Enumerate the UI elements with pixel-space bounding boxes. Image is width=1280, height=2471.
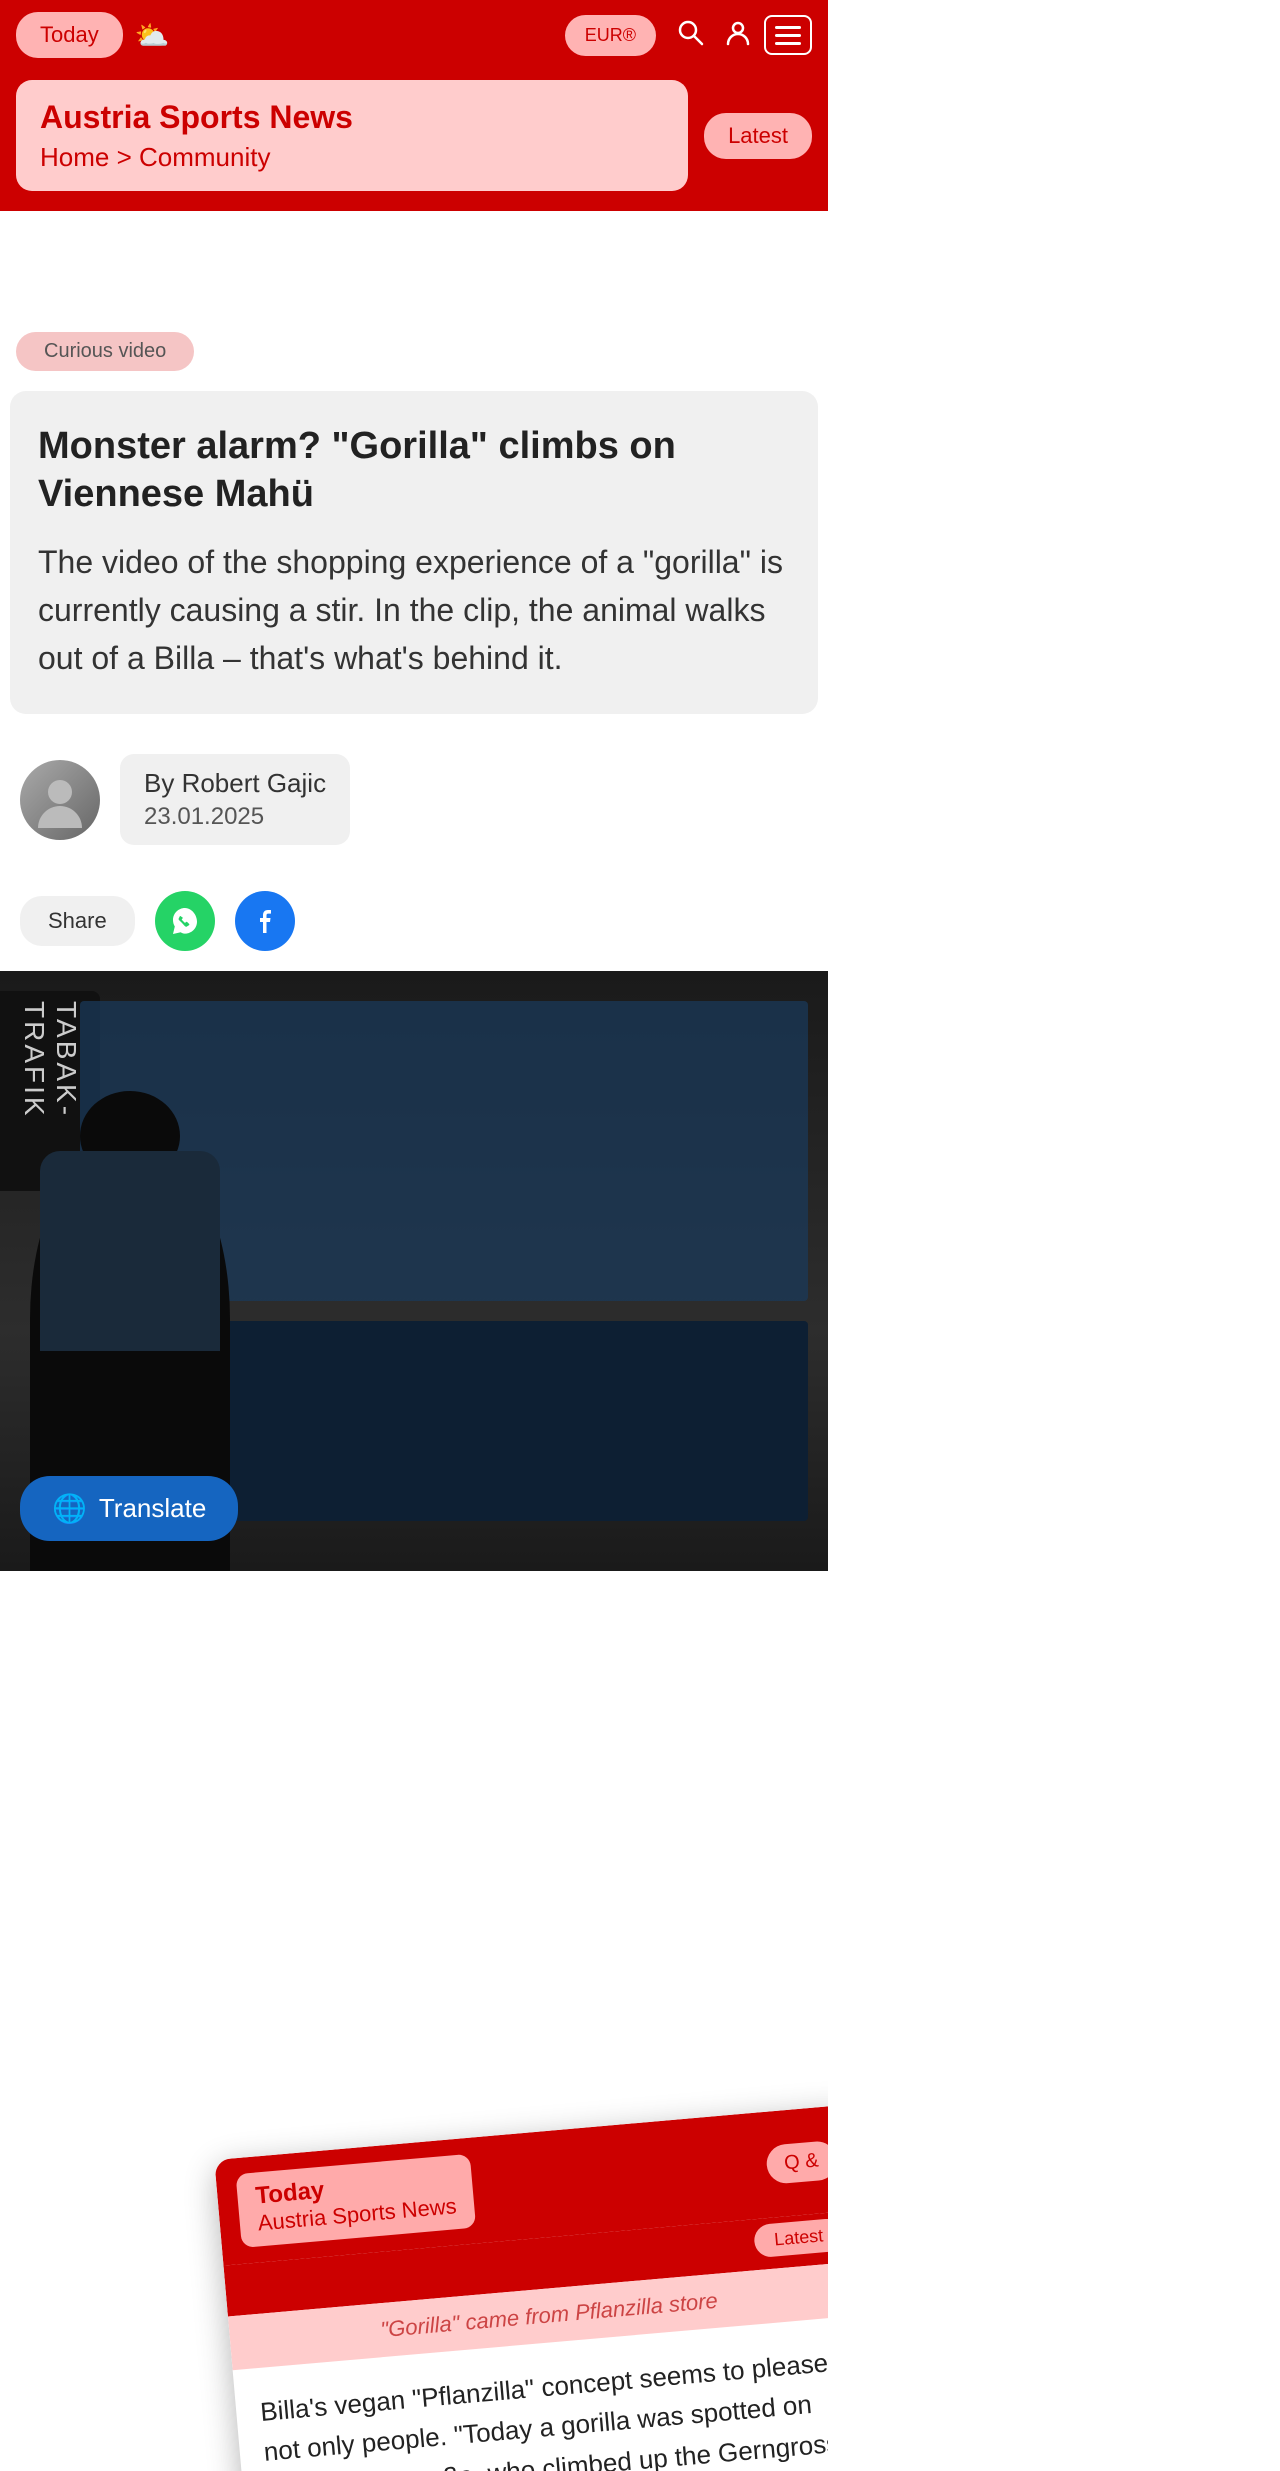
- whatsapp-button[interactable]: [155, 891, 215, 951]
- overlay-latest-button[interactable]: Latest: [753, 2218, 828, 2259]
- avatar: [20, 760, 100, 840]
- author-name: By Robert Gajic: [144, 768, 326, 799]
- tag-badge[interactable]: Curious video: [16, 332, 194, 371]
- author-info: By Robert Gajic 23.01.2025: [120, 754, 350, 845]
- user-icon[interactable]: [724, 18, 752, 53]
- breadcrumb: Home > Community: [40, 142, 664, 173]
- overlay-section: Today Austria Sports News Q & Latest "Go…: [0, 1571, 828, 2471]
- search-icon[interactable]: [676, 18, 704, 53]
- article-card: Monster alarm? "Gorilla" climbs on Vienn…: [10, 391, 818, 714]
- top-gap: Curious video: [0, 211, 828, 391]
- app-header: Today ⛅ EUR®: [0, 0, 828, 70]
- latest-button[interactable]: Latest: [704, 113, 812, 159]
- weather-icon: ⛅: [135, 19, 170, 52]
- eur-button[interactable]: EUR®: [565, 15, 656, 56]
- article-image: TABAK-TRAFIK 🌐 Translate: [0, 971, 828, 1571]
- breadcrumb-area: Austria Sports News Home > Community Lat…: [0, 70, 828, 211]
- site-title: Austria Sports News: [40, 98, 664, 136]
- translate-button-image[interactable]: 🌐 Translate: [20, 1476, 238, 1541]
- translate-label: Translate: [99, 1493, 206, 1524]
- share-row: Share: [0, 881, 828, 971]
- facebook-button[interactable]: [235, 891, 295, 951]
- article-summary: The video of the shopping experience of …: [38, 538, 790, 682]
- author-row: By Robert Gajic 23.01.2025: [0, 738, 828, 861]
- author-date: 23.01.2025: [144, 803, 326, 831]
- menu-button[interactable]: [764, 15, 812, 55]
- overlay-body-text: Billa's vegan "Pflanzilla" concept seems…: [259, 2341, 828, 2471]
- article-title: Monster alarm? "Gorilla" climbs on Vienn…: [38, 423, 790, 518]
- overlay-header-left: Today Austria Sports News: [236, 2154, 477, 2248]
- overlay-qa-button[interactable]: Q &: [765, 2140, 828, 2185]
- overlay-card: Today Austria Sports News Q & Latest "Go…: [214, 2105, 828, 2471]
- today-button[interactable]: Today: [16, 12, 123, 58]
- share-button[interactable]: Share: [20, 896, 135, 946]
- translate-icon: 🌐: [52, 1492, 87, 1525]
- breadcrumb-box: Austria Sports News Home > Community: [16, 80, 688, 191]
